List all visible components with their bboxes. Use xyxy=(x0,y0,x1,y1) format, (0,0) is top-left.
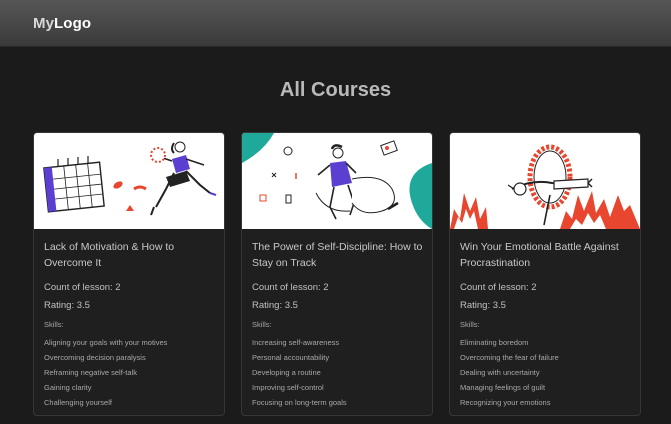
skill-item: Recognizing your emotions xyxy=(460,398,551,407)
skill-item: Overcoming decision paralysis xyxy=(44,353,146,362)
skills-label: Skills: xyxy=(252,320,272,329)
page-title: All Courses xyxy=(279,79,392,101)
top-navbar: MyLogo xyxy=(0,0,671,47)
skill-item: Challenging yourself xyxy=(44,398,112,407)
skills-list: Eliminating boredom Overcoming the fear … xyxy=(460,335,559,410)
course-title[interactable]: The Power of Self-Discipline: How to Sta… xyxy=(252,239,430,271)
skill-item: Reframing negative self-talk xyxy=(44,368,137,377)
skill-item: Dealing with uncertainty xyxy=(460,368,540,377)
skill-item: Increasing self-awareness xyxy=(252,338,340,347)
skill-item: Developing a routine xyxy=(252,368,321,377)
logo[interactable]: MyLogo xyxy=(33,15,91,32)
skill-item: Personal accountability xyxy=(252,353,330,362)
skill-item: Overcoming the fear of failure xyxy=(460,353,559,362)
skill-item: Gaining clarity xyxy=(44,383,92,392)
rating: Rating: 3.5 xyxy=(252,300,298,311)
skill-item: Focusing on long-term goals xyxy=(252,398,347,407)
course-card[interactable]: The Power of Self-Discipline: How to Sta… xyxy=(241,132,433,416)
skills-label: Skills: xyxy=(44,320,64,329)
skill-item: Improving self-control xyxy=(252,383,324,392)
fire-hoop-illustration xyxy=(450,133,640,229)
course-card[interactable]: Lack of Motivation & How to Overcome It … xyxy=(33,132,225,416)
course-title[interactable]: Lack of Motivation & How to Overcome It xyxy=(44,239,222,271)
skills-list: Aligning your goals with your motives Ov… xyxy=(44,335,167,410)
course-card[interactable]: Win Your Emotional Battle Against Procra… xyxy=(449,132,641,416)
skills-list: Increasing self-awareness Personal accou… xyxy=(252,335,347,410)
lesson-count: Count of lesson: 2 xyxy=(252,282,329,293)
skills-label: Skills: xyxy=(460,320,480,329)
woman-ticket-illustration xyxy=(242,133,432,229)
skill-item: Eliminating boredom xyxy=(460,338,529,347)
rating: Rating: 3.5 xyxy=(460,300,506,311)
lesson-count: Count of lesson: 2 xyxy=(460,282,537,293)
skill-item: Aligning your goals with your motives xyxy=(44,338,168,347)
skill-item: Managing feelings of guilt xyxy=(460,383,546,392)
lesson-count: Count of lesson: 2 xyxy=(44,282,121,293)
course-title[interactable]: Win Your Emotional Battle Against Procra… xyxy=(460,239,638,271)
calendar-runner-illustration xyxy=(34,133,224,229)
rating: Rating: 3.5 xyxy=(44,300,90,311)
